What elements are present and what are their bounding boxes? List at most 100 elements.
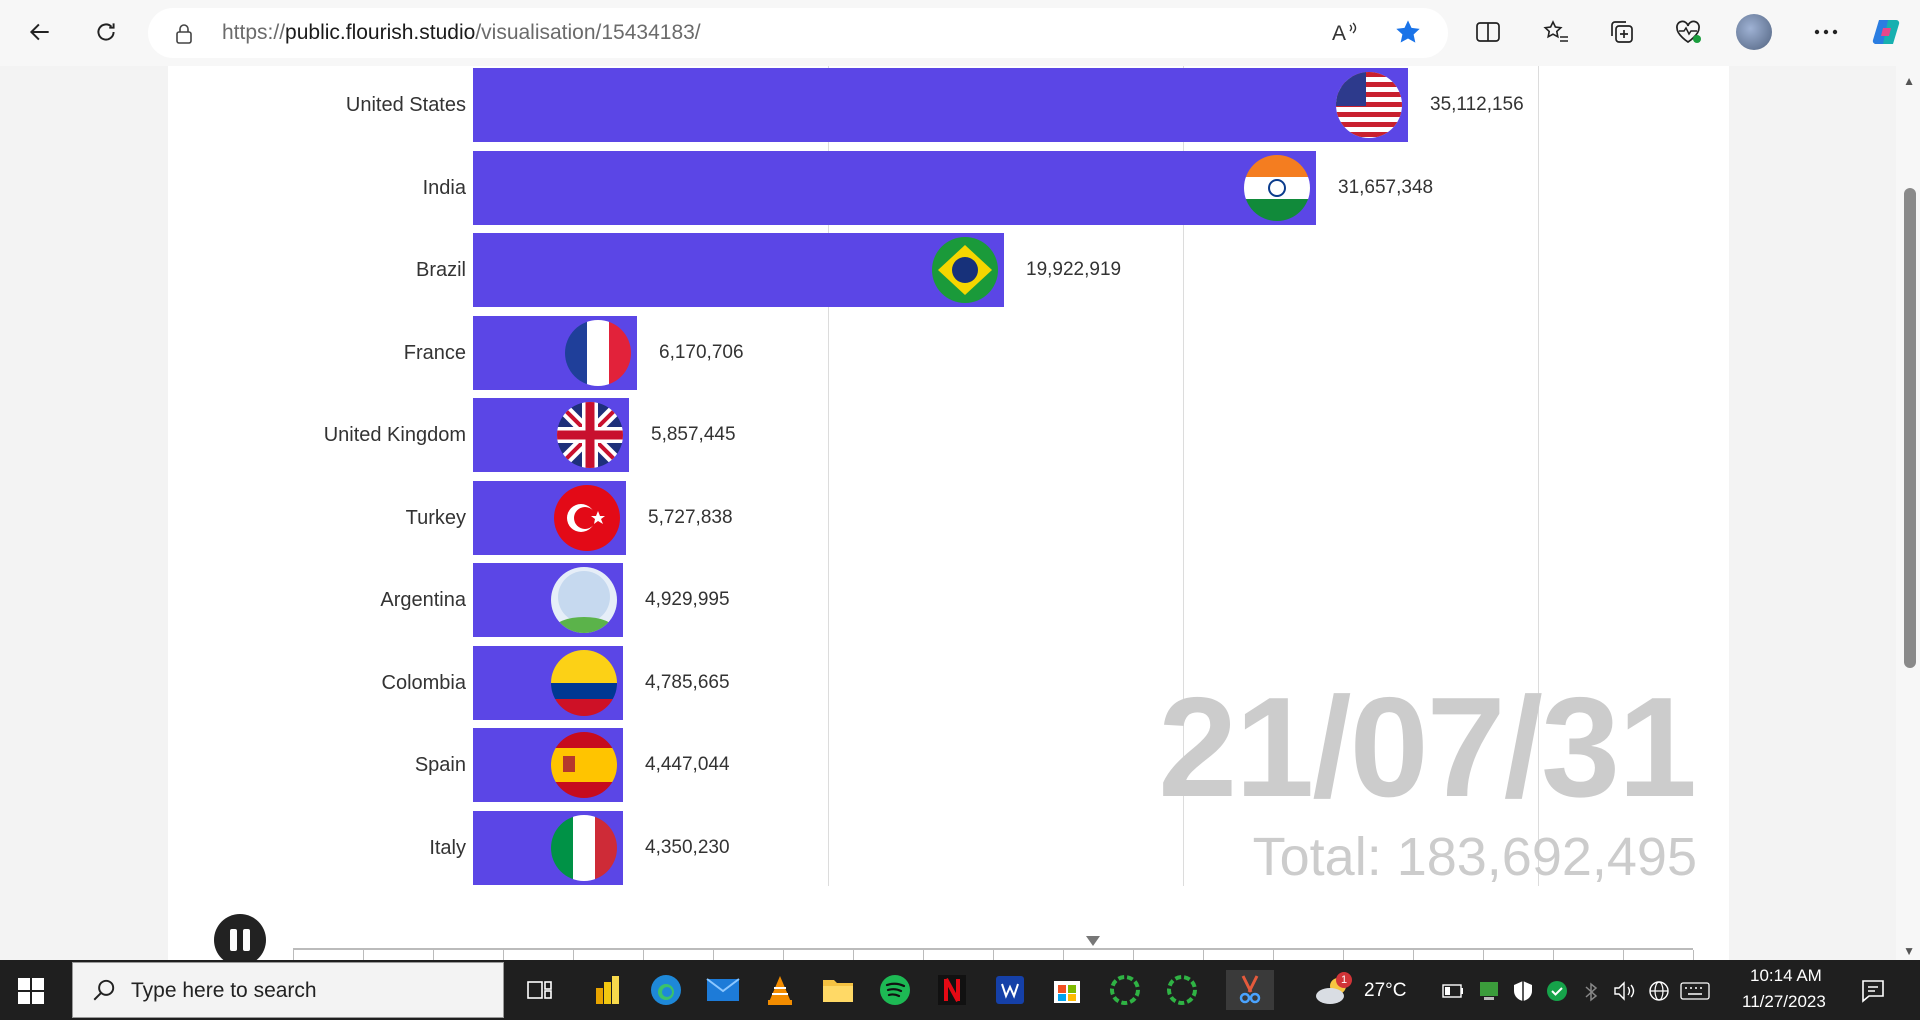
refresh-icon: [97, 23, 115, 41]
split-screen-button[interactable]: [1468, 12, 1508, 52]
bar-value-label: 5,727,838: [648, 506, 733, 528]
bar-row: France 6,170,706: [168, 315, 1729, 392]
collections-button[interactable]: [1602, 12, 1642, 52]
favorites-button[interactable]: [1536, 12, 1576, 52]
heart-pulse-icon: [1676, 20, 1701, 44]
profile-button[interactable]: [1734, 12, 1774, 52]
bluetooth-icon[interactable]: [1582, 982, 1600, 1002]
bar-value-label: 4,350,230: [645, 836, 730, 858]
search-placeholder: Type here to search: [131, 979, 317, 1002]
timeline-tick: [1693, 950, 1694, 960]
page-scrollbar[interactable]: ▲ ▼: [1896, 66, 1920, 960]
svg-text:A: A: [1332, 22, 1346, 45]
bar-row: Brazil 19,922,919: [168, 233, 1729, 309]
weather-widget[interactable]: 1: [1312, 972, 1352, 1013]
bar-chart-race: 21/07/31 Total: 183,692,495 United State…: [168, 66, 1729, 960]
timeline-tick: [853, 950, 854, 960]
loading-app-icon[interactable]: [1105, 970, 1145, 1010]
writer-app-icon[interactable]: [990, 970, 1030, 1010]
task-view-icon[interactable]: [520, 970, 560, 1010]
bar-value-label: 4,785,665: [645, 671, 730, 693]
page-viewport: 21/07/31 Total: 183,692,495 United State…: [0, 66, 1920, 966]
india-flag-icon: [1244, 154, 1310, 221]
edge-browser-icon[interactable]: [646, 970, 686, 1010]
notification-icon[interactable]: [1860, 978, 1886, 1004]
check-shield-icon[interactable]: [1546, 980, 1568, 1002]
address-bar[interactable]: https://public.flourish.studio/visualisa…: [148, 8, 1448, 58]
bar-category-label: United Kingdom: [323, 424, 466, 446]
favorite-star-icon[interactable]: [1394, 18, 1422, 46]
bar-row: Italy 4,350,230: [168, 810, 1729, 887]
scroll-up-arrow-icon[interactable]: ▲: [1903, 74, 1915, 88]
timeline-tick: [643, 950, 644, 960]
timeline-tick: [993, 950, 994, 960]
bar-row: Turkey 5,727,838: [168, 480, 1729, 557]
back-button[interactable]: [20, 12, 60, 52]
timeline-tick: [1203, 950, 1204, 960]
spotify-icon[interactable]: [875, 970, 915, 1010]
network-manager-icon[interactable]: [1478, 980, 1500, 1002]
loading-app-icon[interactable]: [1162, 970, 1202, 1010]
refresh-button[interactable]: [86, 12, 126, 52]
flourish-embed: 21/07/31 Total: 183,692,495 United State…: [168, 66, 1729, 966]
argentina-flag-icon: [551, 567, 617, 633]
weather-temperature[interactable]: 27°C: [1364, 980, 1406, 1002]
scroll-thumb[interactable]: [1904, 188, 1916, 668]
more-dots-icon: [1814, 29, 1838, 35]
timeline-marker[interactable]: [1086, 936, 1100, 946]
bar-value-label: 6,170,706: [659, 341, 744, 363]
power-bi-icon[interactable]: [588, 970, 628, 1010]
timeline-tick: [1133, 950, 1134, 960]
pause-icon-bar: [243, 929, 250, 951]
taskbar-search-box[interactable]: Type here to search: [72, 962, 504, 1018]
timeline-tick: [1483, 950, 1484, 960]
brazil-flag-icon: [932, 237, 998, 303]
scroll-down-arrow-icon[interactable]: ▼: [1903, 944, 1915, 958]
timeline-slider[interactable]: [293, 948, 1694, 960]
timeline-tick: [1063, 950, 1064, 960]
timeline-tick: [1623, 950, 1624, 960]
bar-category-label: France: [403, 341, 466, 364]
bar-category-label: Brazil: [415, 259, 466, 281]
timeline-tick: [433, 950, 434, 960]
windows-start-icon[interactable]: [18, 978, 44, 1004]
turkey-flag-icon: [554, 484, 620, 551]
security-shield-icon[interactable]: [1512, 980, 1534, 1002]
url-text[interactable]: https://public.flourish.studio/visualisa…: [222, 21, 701, 45]
lock-icon[interactable]: [174, 23, 194, 45]
timeline-tick: [503, 950, 504, 960]
globe-language-icon[interactable]: [1648, 980, 1670, 1002]
pause-button[interactable]: [214, 914, 266, 966]
snipping-tool-icon[interactable]: [1226, 970, 1274, 1010]
split-screen-icon: [1476, 22, 1500, 42]
browser-essentials-button[interactable]: [1668, 12, 1708, 52]
read-aloud-icon[interactable]: A: [1332, 19, 1360, 45]
timeline-tick: [1343, 950, 1344, 960]
back-arrow-icon: [29, 23, 49, 41]
bar-row: United Kingdom 5,857,445: [168, 398, 1729, 474]
settings-more-button[interactable]: [1806, 12, 1846, 52]
bar-row: India 31,657,348: [168, 150, 1729, 227]
bar-value-label: 4,929,995: [645, 589, 730, 610]
keyboard-icon[interactable]: [1680, 982, 1710, 1000]
france-flag-icon: [565, 319, 631, 386]
mail-icon[interactable]: [703, 970, 743, 1010]
netflix-icon[interactable]: [932, 970, 972, 1010]
copilot-button[interactable]: [1866, 12, 1906, 52]
bar-category-label: Spain: [414, 754, 466, 776]
microsoft-store-icon[interactable]: [1047, 970, 1087, 1010]
vlc-icon[interactable]: [760, 970, 800, 1010]
bar-value-label: 5,857,445: [651, 424, 736, 445]
file-explorer-icon[interactable]: [818, 970, 858, 1010]
battery-icon[interactable]: [1442, 984, 1464, 998]
clock-time[interactable]: 10:14 AM: [1750, 966, 1822, 986]
bar-row: Argentina 4,929,995: [168, 563, 1729, 639]
browser-toolbar: https://public.flourish.studio/visualisa…: [0, 0, 1920, 66]
bar: [473, 68, 1408, 142]
bar-category-label: Turkey: [405, 506, 466, 529]
italy-flag-icon: [551, 814, 617, 881]
clock-date[interactable]: 11/27/2023: [1742, 992, 1826, 1012]
volume-icon[interactable]: [1612, 980, 1636, 1002]
avatar: [1736, 14, 1772, 50]
bar-row: Colombia 4,785,665: [168, 645, 1729, 722]
